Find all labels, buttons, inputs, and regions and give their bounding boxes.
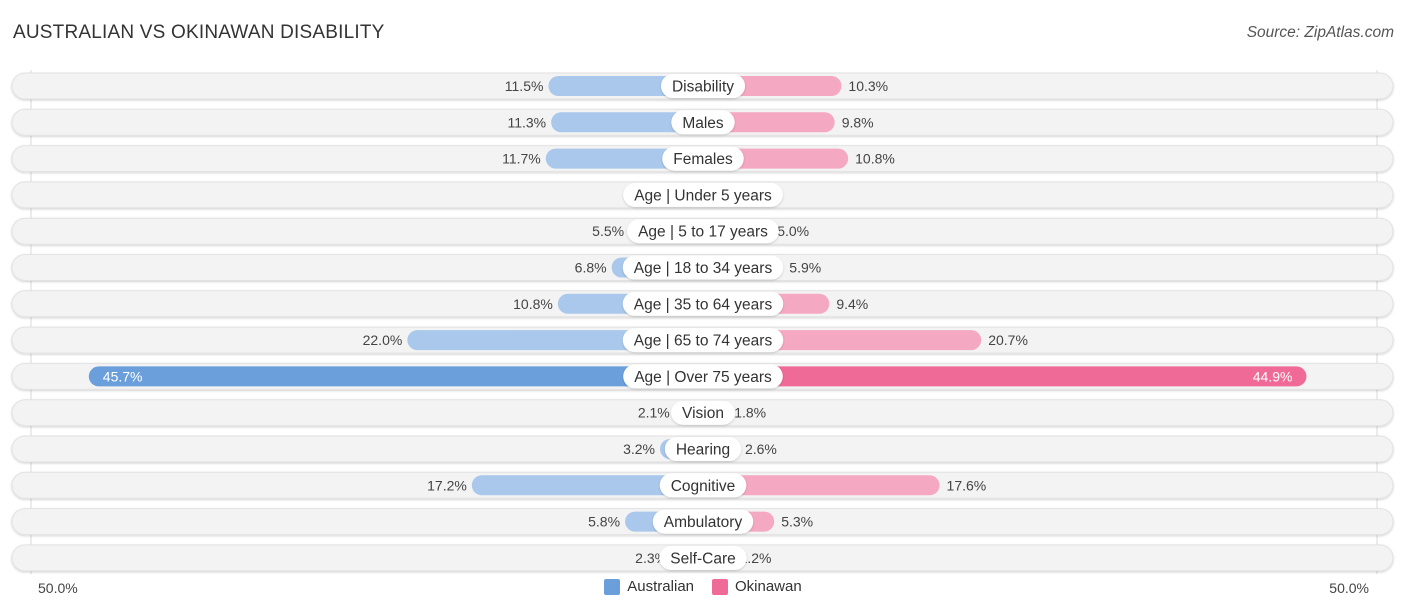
value-label-okinawan: 1.8% <box>734 405 766 421</box>
chart-row: 5.5% 5.0% Age | 5 to 17 years <box>11 217 1394 245</box>
legend-item-okinawan[interactable]: Okinawan <box>712 578 802 595</box>
legend: Australian Okinawan <box>0 578 1406 595</box>
value-label-australian: 17.2% <box>427 477 467 493</box>
value-label-okinawan: 2.6% <box>745 441 777 457</box>
value-label-australian: 2.1% <box>638 405 670 421</box>
value-label-australian: 5.5% <box>592 223 624 239</box>
value-label-okinawan: 17.6% <box>947 477 987 493</box>
bar-okinawan[interactable] <box>703 366 1307 387</box>
value-label-okinawan: 5.9% <box>789 260 821 276</box>
category-label: Age | 18 to 34 years <box>634 260 773 277</box>
value-label-okinawan: 20.7% <box>988 332 1028 348</box>
chart-row: 3.2% 2.6% Hearing <box>11 435 1394 463</box>
legend-item-australian[interactable]: Australian <box>604 578 694 595</box>
bar-australian[interactable] <box>88 366 704 387</box>
category-label: Age | 5 to 17 years <box>638 224 768 241</box>
category-label: Age | Over 75 years <box>634 369 772 386</box>
category-label: Age | 65 to 74 years <box>634 333 773 350</box>
chart-row: 10.8% 9.4% Age | 35 to 64 years <box>11 290 1394 318</box>
chart-row: 11.3% 9.8% Males <box>11 108 1394 136</box>
category-label: Age | Under 5 years <box>634 187 772 204</box>
value-label-australian: 5.8% <box>588 514 620 530</box>
chart-row: 17.2% 17.6% Cognitive <box>11 471 1394 499</box>
value-label-australian: 6.8% <box>575 260 607 276</box>
legend-label-australian: Australian <box>627 578 694 595</box>
chart-row: 11.5% 10.3% Disability <box>11 72 1394 100</box>
category-label: Cognitive <box>671 478 736 495</box>
chart-row: 2.1% 1.8% Vision <box>11 399 1394 427</box>
legend-swatch-australian <box>604 578 621 595</box>
value-label-okinawan: 44.9% <box>1253 368 1293 384</box>
category-label: Self-Care <box>670 550 735 567</box>
category-label: Disability <box>672 79 734 96</box>
value-label-australian: 22.0% <box>363 332 403 348</box>
value-label-okinawan: 10.8% <box>855 151 895 167</box>
value-label-australian: 11.5% <box>505 78 544 94</box>
category-label: Females <box>673 151 733 168</box>
legend-label-okinawan: Okinawan <box>735 578 802 595</box>
value-label-okinawan: 9.4% <box>836 296 868 312</box>
value-label-australian: 3.2% <box>623 441 655 457</box>
value-label-okinawan: 5.0% <box>777 223 809 239</box>
value-label-okinawan: 5.3% <box>781 514 813 530</box>
category-label: Age | 35 to 64 years <box>634 296 773 313</box>
chart-row: 6.8% 5.9% Age | 18 to 34 years <box>11 254 1394 281</box>
chart-row: 1.4%1.1%Age | Under 5 years <box>11 181 1394 209</box>
value-label-australian: 11.3% <box>507 114 546 130</box>
legend-swatch-okinawan <box>712 578 728 595</box>
value-label-australian: 45.7% <box>103 368 143 384</box>
category-label: Vision <box>682 405 724 422</box>
chart-row: 45.7% 44.9% Age | Over 75 years <box>11 362 1394 390</box>
chart-row: 2.3% 2.2%Self-Care <box>11 544 1394 572</box>
chart-canvas: 11.5% 10.3%Disability11.3% 9.8%Males11.7% 1… <box>11 70 1394 574</box>
category-label: Ambulatory <box>664 514 743 531</box>
value-label-australian: 10.8% <box>513 296 553 312</box>
value-label-okinawan: 9.8% <box>842 114 874 130</box>
value-label-okinawan: 10.3% <box>848 78 888 94</box>
value-label-australian: 11.7% <box>502 151 541 167</box>
category-label: Hearing <box>676 442 730 459</box>
chart-row: 11.7% 10.8% Females <box>11 145 1394 173</box>
chart-row: 5.8% 5.3% Ambulatory <box>11 508 1394 536</box>
category-label: Males <box>682 115 724 132</box>
chart-row: 22.0% 20.7% Age | 65 to 74 years <box>11 326 1394 354</box>
